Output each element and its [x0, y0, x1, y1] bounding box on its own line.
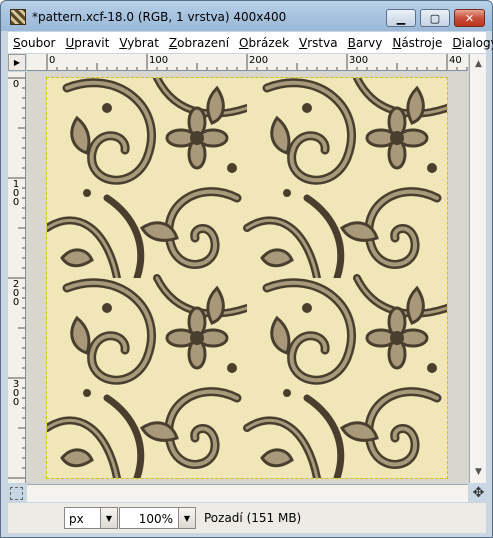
- ruler-label-200: 200: [249, 55, 269, 66]
- ruler-label-100: 100: [149, 55, 169, 66]
- minimize-button[interactable]: ▁: [386, 9, 416, 27]
- zoom-select[interactable]: 100% ▼: [119, 507, 196, 529]
- close-icon: ✕: [464, 11, 475, 25]
- layer-info: Pozadí (151 MB): [204, 511, 302, 525]
- chevron-down-icon[interactable]: ▼: [178, 508, 195, 528]
- quick-mask-icon[interactable]: [10, 487, 23, 500]
- menu-arrow-icon: ▶: [13, 58, 21, 67]
- chevron-down-icon[interactable]: ▼: [100, 508, 117, 528]
- maximize-icon: ▢: [429, 11, 441, 25]
- menu-vybrat[interactable]: Vybrat: [114, 36, 164, 50]
- horizontal-ruler-ticks: [46, 54, 468, 70]
- vruler-label-100: 100: [12, 179, 20, 208]
- menu-bar: Soubor Upravit Vybrat Zobrazení Obrázek …: [8, 32, 493, 53]
- title-bar[interactable]: *pattern.xcf-18.0 (RGB, 1 vrstva) 400x40…: [1, 1, 492, 31]
- gimp-image-window: *pattern.xcf-18.0 (RGB, 1 vrstva) 400x40…: [0, 0, 493, 538]
- ruler-label-400: 40: [449, 55, 462, 66]
- horizontal-ruler[interactable]: 0 100 200 300 40: [27, 54, 468, 71]
- image-canvas[interactable]: [46, 77, 448, 479]
- unit-value: px: [69, 512, 84, 526]
- scroll-up-icon[interactable]: ▲: [471, 56, 486, 71]
- close-button[interactable]: ✕: [454, 9, 485, 27]
- vertical-scrollbar[interactable]: ▲ ▼: [469, 54, 486, 483]
- menu-soubor[interactable]: Soubor: [8, 36, 60, 50]
- unit-select[interactable]: px ▼: [64, 507, 118, 529]
- vruler-label-0: 0: [12, 79, 20, 90]
- scroll-down-icon[interactable]: ▼: [471, 464, 486, 479]
- ruler-label-300: 300: [349, 55, 369, 66]
- minimize-icon: ▁: [396, 11, 406, 25]
- menu-arrow-button[interactable]: ▶: [8, 54, 26, 71]
- status-bar: px ▼ 100% ▼ Pozadí (151 MB): [8, 503, 486, 533]
- image-thumbnail-icon[interactable]: [10, 9, 26, 25]
- menu-vrstva[interactable]: Vrstva: [294, 36, 343, 50]
- menu-barvy[interactable]: Barvy: [343, 36, 388, 50]
- horizontal-scrollbar[interactable]: [27, 484, 468, 502]
- menu-upravit[interactable]: Upravit: [60, 36, 114, 50]
- menu-obrazek[interactable]: Obrázek: [234, 36, 294, 50]
- vertical-ruler-ticks: [8, 77, 25, 479]
- window-title: *pattern.xcf-18.0 (RGB, 1 vrstva) 400x40…: [32, 10, 287, 24]
- navigate-icon[interactable]: ✥: [471, 486, 486, 501]
- menu-nastroje[interactable]: Nástroje: [387, 36, 447, 50]
- vruler-label-200: 200: [12, 279, 20, 308]
- ruler-label-0: 0: [49, 55, 56, 66]
- pattern-image: [47, 78, 447, 478]
- menu-dialogy[interactable]: Dialogy: [447, 36, 493, 50]
- vruler-label-300: 300: [12, 379, 20, 408]
- vertical-ruler[interactable]: 0 100 200 300: [8, 72, 26, 483]
- zoom-value: 100%: [138, 512, 173, 526]
- maximize-button[interactable]: ▢: [420, 9, 450, 27]
- menu-zobrazeni[interactable]: Zobrazení: [164, 36, 234, 50]
